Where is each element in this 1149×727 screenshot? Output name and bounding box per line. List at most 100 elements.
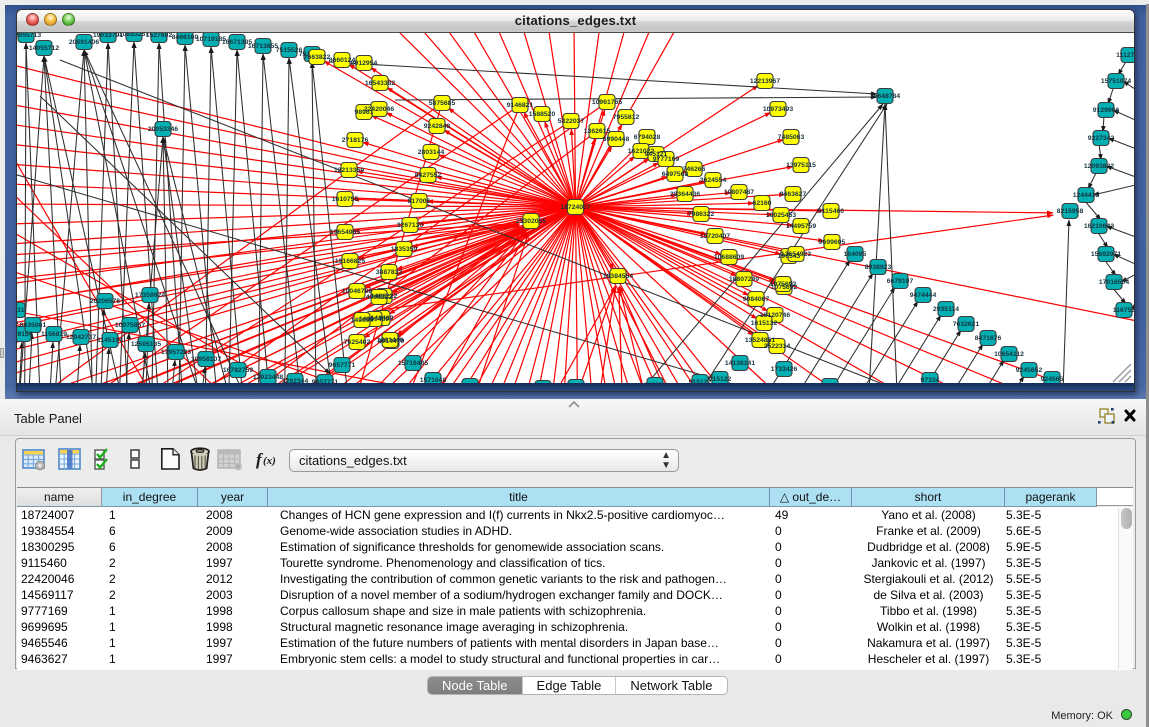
svg-text:3624554: 3624554 — [700, 177, 727, 184]
svg-text:3887833: 3887833 — [376, 269, 403, 276]
svg-text:15716485: 15716485 — [398, 360, 428, 367]
svg-text:9146821: 9146821 — [507, 102, 534, 109]
svg-text:9129966: 9129966 — [1093, 107, 1120, 114]
svg-text:7663822: 7663822 — [304, 54, 331, 61]
svg-text:7485063: 7485063 — [778, 134, 805, 141]
svg-text:3267130: 3267130 — [397, 222, 424, 229]
svg-text:7955812: 7955812 — [613, 114, 640, 121]
svg-text:5322037: 5322037 — [558, 118, 585, 125]
svg-text:8912954: 8912954 — [351, 60, 378, 67]
svg-text:817006: 817006 — [408, 198, 431, 205]
svg-text:10688609: 10688609 — [714, 254, 744, 261]
svg-text:10973493: 10973493 — [763, 106, 793, 113]
svg-text:8435061: 8435061 — [20, 322, 47, 329]
svg-text:14495759: 14495759 — [786, 223, 816, 230]
svg-text:9657771: 9657771 — [329, 362, 356, 369]
svg-text:9084067: 9084067 — [743, 296, 770, 303]
svg-text:14055712: 14055712 — [29, 45, 59, 52]
svg-text:20691406: 20691406 — [69, 39, 99, 46]
svg-text:18807249: 18807249 — [729, 276, 759, 283]
svg-text:10961765: 10961765 — [592, 99, 622, 106]
svg-text:20206576: 20206576 — [90, 298, 120, 305]
svg-text:1588520: 1588520 — [529, 111, 556, 118]
svg-text:2522314: 2522314 — [764, 343, 791, 350]
svg-text:1075692: 1075692 — [770, 281, 797, 288]
svg-text:1610755: 1610755 — [332, 196, 359, 203]
svg-text:8427552: 8427552 — [415, 172, 442, 179]
svg-text:1527602: 1527602 — [146, 33, 173, 39]
svg-text:16713855: 16713855 — [248, 43, 278, 50]
svg-text:924565: 924565 — [1041, 376, 1064, 383]
svg-text:8215958: 8215958 — [1057, 208, 1084, 215]
svg-text:1491440: 1491440 — [377, 337, 404, 344]
svg-text:20053346: 20053346 — [148, 126, 178, 133]
svg-text:15720407: 15720407 — [700, 233, 730, 240]
svg-text:9115460: 9115460 — [818, 208, 844, 215]
svg-text:2718176: 2718176 — [342, 137, 369, 144]
svg-text:62160: 62160 — [753, 200, 772, 207]
svg-text:9463627: 9463627 — [780, 191, 807, 198]
svg-text:10807487: 10807487 — [724, 189, 754, 196]
svg-text:16543382: 16543382 — [365, 80, 395, 87]
svg-text:7625402: 7625402 — [344, 339, 371, 346]
svg-text:1615132: 1615132 — [751, 320, 778, 327]
svg-text:2803144: 2803144 — [418, 149, 445, 156]
svg-text:17957223: 17957223 — [161, 349, 191, 356]
svg-text:16120746: 16120746 — [760, 312, 790, 319]
svg-text:18724007: 18724007 — [560, 204, 590, 211]
svg-text:12213369: 12213369 — [334, 167, 364, 174]
svg-text:1733426: 1733426 — [771, 366, 798, 373]
svg-text:13975115: 13975115 — [786, 162, 816, 169]
svg-text:1145194: 1145194 — [97, 337, 123, 344]
svg-text:17359924: 17359924 — [135, 292, 165, 299]
svg-text:10853257: 10853257 — [119, 33, 149, 38]
svg-text:12505135: 12505135 — [131, 341, 161, 348]
svg-text:9242848: 9242848 — [424, 123, 451, 130]
svg-text:10654112: 10654112 — [994, 351, 1024, 358]
svg-text:6990448: 6990448 — [603, 136, 630, 143]
svg-text:12923448: 12923448 — [253, 374, 283, 381]
svg-text:17016504: 17016504 — [1099, 279, 1129, 286]
svg-text:16648784: 16648784 — [870, 93, 900, 100]
svg-text:746266: 746266 — [683, 166, 706, 173]
svg-text:8431: 8431 — [17, 307, 25, 314]
svg-text:6679197: 6679197 — [887, 278, 914, 285]
svg-text:7632621: 7632621 — [953, 321, 980, 328]
svg-text:1156819: 1156819 — [41, 331, 67, 338]
svg-text:98961: 98961 — [355, 109, 374, 116]
svg-text:16210643: 16210643 — [1084, 223, 1114, 230]
svg-text:19166825: 19166825 — [335, 258, 365, 265]
svg-text:15692971: 15692971 — [1091, 251, 1121, 258]
svg-text:5875685: 5875685 — [429, 100, 456, 107]
svg-text:12942737: 12942737 — [66, 334, 96, 341]
svg-text:164095: 164095 — [844, 251, 867, 258]
svg-text:7986322: 7986322 — [688, 211, 715, 218]
svg-text:9245652: 9245652 — [1016, 367, 1043, 374]
svg-text:12955713: 12955713 — [17, 33, 41, 39]
svg-text:1835359: 1835359 — [391, 246, 418, 253]
svg-text:(x): (x) — [263, 455, 276, 467]
svg-text:10975857: 10975857 — [115, 322, 145, 329]
svg-text:10958107: 10958107 — [191, 356, 221, 363]
svg-text:16782759: 16782759 — [223, 367, 253, 374]
svg-text:28364436: 28364436 — [670, 191, 700, 198]
svg-text:2935114: 2935114 — [933, 306, 959, 313]
svg-text:9474444: 9474444 — [910, 292, 937, 299]
svg-text:12213967: 12213967 — [750, 78, 780, 85]
svg-text:39154: 39154 — [17, 331, 33, 338]
svg-text:4498222: 4498222 — [366, 294, 393, 301]
svg-text:12093832: 12093832 — [1084, 163, 1114, 170]
svg-text:8466160: 8466160 — [172, 34, 199, 41]
svg-text:116753: 116753 — [1113, 307, 1134, 314]
svg-text:915122: 915122 — [709, 376, 732, 383]
svg-text:19384554: 19384554 — [603, 273, 633, 280]
svg-text:14136141: 14136141 — [725, 360, 755, 367]
svg-text:9699695: 9699695 — [819, 239, 846, 246]
svg-text:10025453: 10025453 — [766, 212, 796, 219]
svg-text:8471676: 8471676 — [975, 335, 1002, 342]
svg-text:140994: 140994 — [351, 317, 374, 324]
svg-text:9227342: 9227342 — [1088, 135, 1115, 142]
svg-text:13654923: 13654923 — [781, 251, 811, 258]
svg-text:23302035: 23302035 — [516, 218, 546, 225]
svg-text:1112753: 1112753 — [1116, 52, 1134, 59]
